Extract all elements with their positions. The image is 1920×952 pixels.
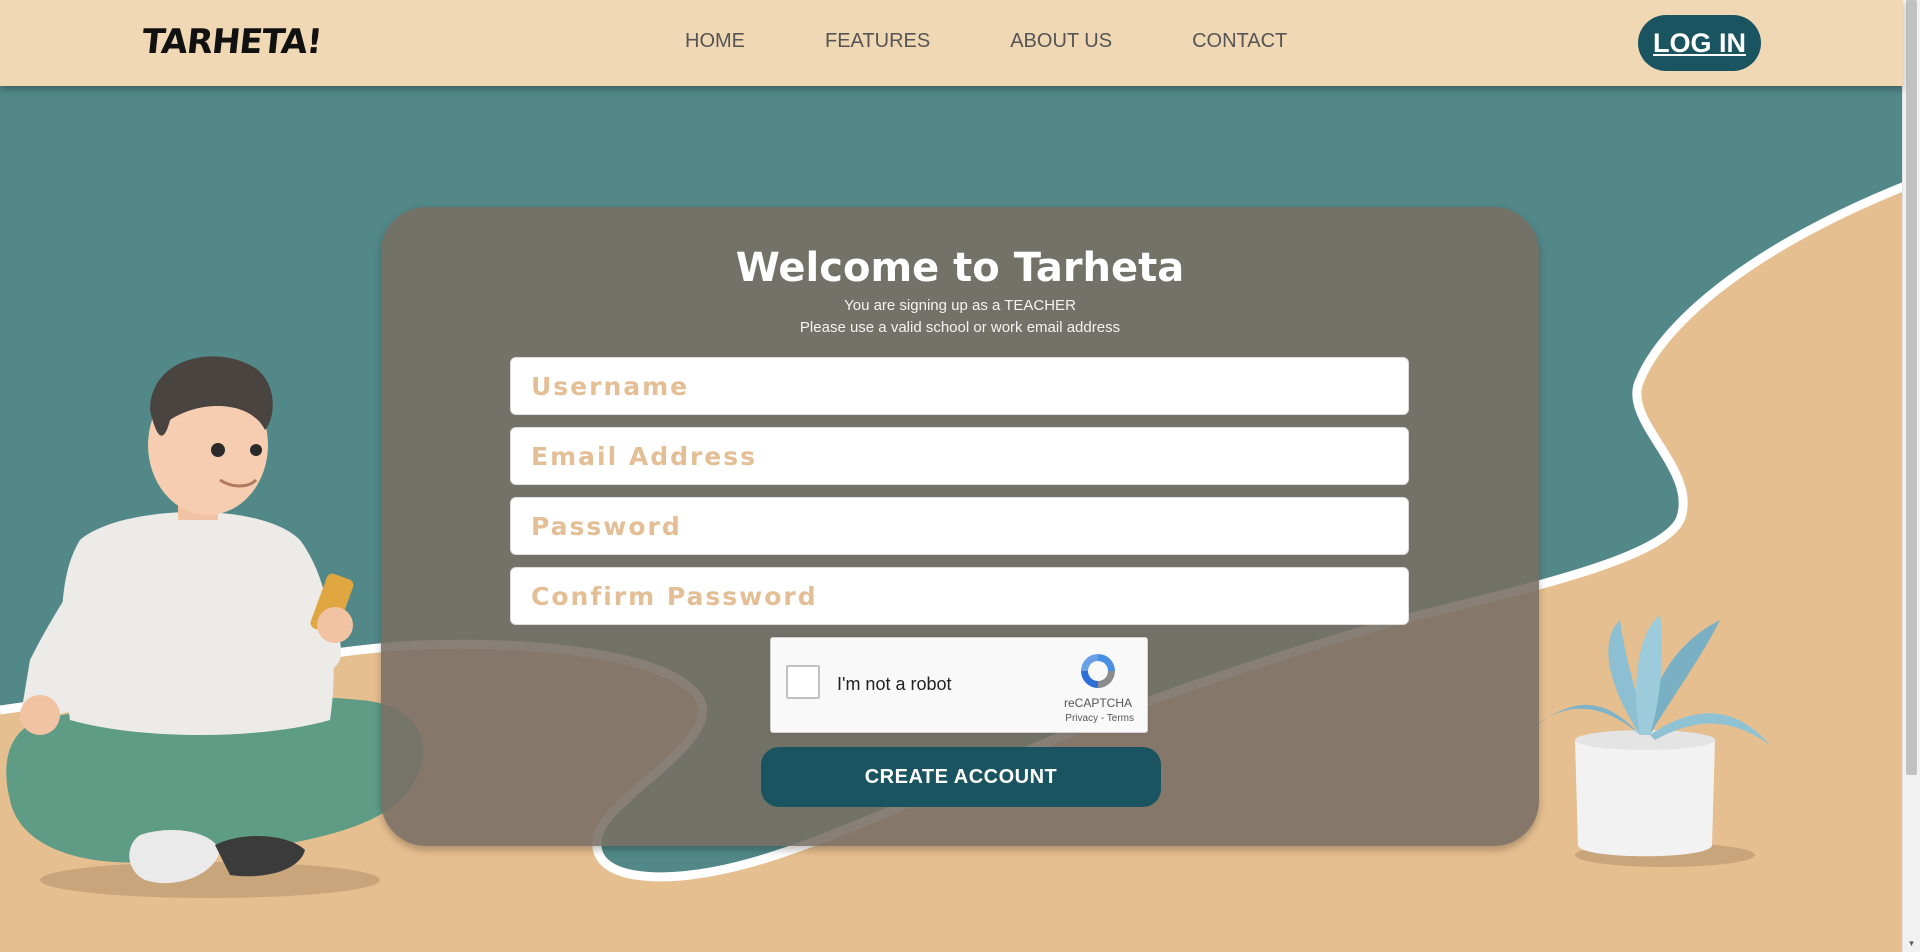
email-input[interactable] [511,428,1408,484]
username-input[interactable] [511,358,1408,414]
confirm-password-input[interactable] [511,568,1408,624]
login-button[interactable]: LOG IN [1638,15,1761,71]
nav-item-features[interactable]: FEATURES [825,30,930,53]
signup-role-text: You are signing up as a TEACHER [844,297,1076,314]
page-title: Welcome to Tarheta [735,245,1185,291]
scroll-down-icon[interactable]: ▼ [1903,935,1920,952]
confirm-password-field-wrapper [510,567,1409,625]
page-scrollbar[interactable]: ▲ ▼ [1902,0,1920,952]
password-input[interactable] [511,498,1408,554]
top-nav: TARHETA! HOME FEATURES ABOUT US CONTACT … [0,0,1903,86]
recaptcha-label: I'm not a robot [837,674,952,694]
password-field-wrapper [510,497,1409,555]
recaptcha-checkbox[interactable] [786,665,820,699]
nav-links: HOME FEATURES ABOUT US CONTACT [685,30,1367,53]
email-field-wrapper [510,427,1409,485]
email-instruction-text: Please use a valid school or work email … [799,319,1121,336]
nav-item-contact[interactable]: CONTACT [1192,30,1287,53]
recaptcha-brand: reCAPTCHA [1063,696,1132,710]
username-field-wrapper [510,357,1409,415]
recaptcha-privacy-terms-links[interactable]: Privacy - Terms [1065,713,1134,724]
recaptcha-widget: I'm not a robot reCAPTCHA Privacy - Term… [770,637,1148,733]
recaptcha-icon [1081,654,1115,688]
signup-card: Welcome to Tarheta You are signing up as… [381,207,1539,846]
create-account-button[interactable]: CREATE ACCOUNT [761,747,1161,807]
nav-item-about-us[interactable]: ABOUT US [1010,30,1112,53]
nav-item-home[interactable]: HOME [685,30,745,53]
scrollbar-thumb[interactable] [1906,0,1917,775]
brand-logo[interactable]: TARHETA! [140,22,323,62]
